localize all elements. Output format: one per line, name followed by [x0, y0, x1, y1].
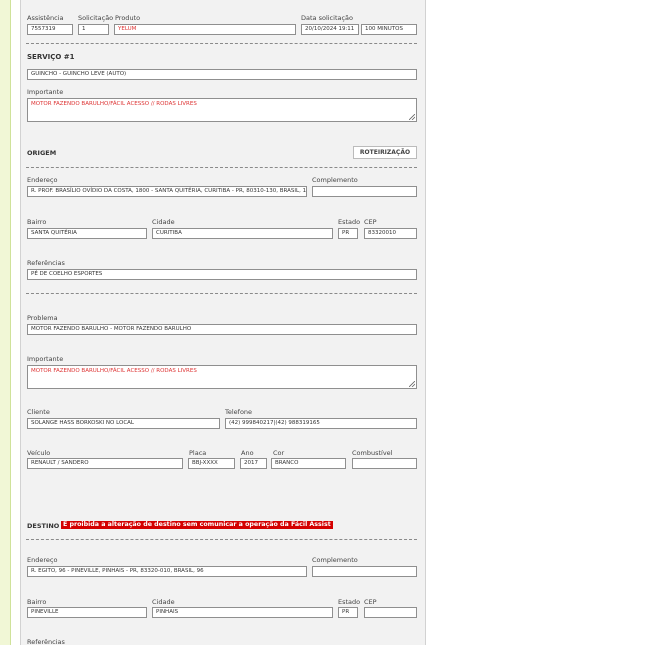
destino-bairro-field[interactable]: PINEVILLE: [27, 607, 147, 618]
cliente-label: Cliente: [27, 408, 50, 416]
ano-field[interactable]: 2017: [240, 458, 267, 469]
telefone-label: Telefone: [225, 408, 253, 416]
combustivel-field[interactable]: [352, 458, 417, 469]
origem-cep-label: CEP: [364, 218, 377, 226]
divider: [26, 539, 417, 540]
produto-label: Produto: [115, 14, 141, 22]
servico-importante-textarea[interactable]: MOTOR FAZENDO BARULHO/FÁCIL ACESSO // RO…: [27, 98, 417, 122]
origem-bairro-label: Bairro: [27, 218, 47, 226]
origem-referencias-label: Referências: [27, 259, 65, 267]
cliente-field[interactable]: SOLANGE HASS BORKOSKI NO LOCAL: [27, 418, 220, 429]
combustivel-label: Combustível: [352, 449, 393, 457]
placa-field[interactable]: BBJ-XXXX: [188, 458, 235, 469]
origem-cep-field[interactable]: 83320010: [364, 228, 417, 239]
data-solicitacao-field[interactable]: 20/10/2024 19:11: [301, 24, 359, 35]
solicitacao-label: Solicitação: [78, 14, 114, 22]
destino-warning-banner: É proibida a alteração de destino sem co…: [61, 521, 333, 529]
divider: [26, 167, 417, 168]
origem-bairro-field[interactable]: SANTA QUITÉRIA: [27, 228, 147, 239]
telefone-field[interactable]: (42) 999840217|(42) 988319165: [225, 418, 417, 429]
cor-label: Cor: [273, 449, 285, 457]
destino-complemento-label: Complemento: [312, 556, 358, 564]
origem-title: ORIGEM: [27, 149, 57, 157]
destino-cidade-field[interactable]: PINHAIS: [152, 607, 333, 618]
servico-importante-label: Importante: [27, 88, 64, 96]
origem-estado-label: Estado: [338, 218, 361, 226]
produto-field[interactable]: YELUM: [114, 24, 296, 35]
origem-cidade-field[interactable]: CURITIBA: [152, 228, 333, 239]
origem-complemento-field[interactable]: [312, 186, 417, 197]
roteirizacao-button[interactable]: ROTEIRIZAÇÃO: [353, 146, 417, 159]
origem-cidade-label: Cidade: [152, 218, 175, 226]
left-sidebar-strip: [0, 0, 11, 645]
veiculo-field[interactable]: RENAULT / SANDERO: [27, 458, 183, 469]
servico-importante-text: MOTOR FAZENDO BARULHO/FÁCIL ACESSO // RO…: [31, 101, 197, 107]
origem-estado-field[interactable]: PR: [338, 228, 358, 239]
placa-label: Placa: [189, 449, 207, 457]
servico-tipo-field[interactable]: GUINCHO - GUINCHO LEVE (AUTO): [27, 69, 417, 80]
detalhes-importante-text: MOTOR FAZENDO BARULHO/FÁCIL ACESSO // RO…: [31, 368, 197, 374]
detalhes-importante-textarea[interactable]: MOTOR FAZENDO BARULHO/FÁCIL ACESSO // RO…: [27, 365, 417, 389]
destino-cidade-label: Cidade: [152, 598, 175, 606]
veiculo-label: Veículo: [27, 449, 51, 457]
assistencia-field[interactable]: 7557319: [27, 24, 73, 35]
data-solicitacao-label: Data solicitação: [301, 14, 354, 22]
ano-label: Ano: [241, 449, 254, 457]
resize-grip-icon[interactable]: [409, 114, 415, 120]
origem-endereco-label: Endereço: [27, 176, 58, 184]
origem-referencias-field[interactable]: PÉ DE COELHO ESPORTES: [27, 269, 417, 280]
divider: [26, 43, 417, 44]
origem-complemento-label: Complemento: [312, 176, 358, 184]
tempo-field[interactable]: 100 MINUTOS: [361, 24, 417, 35]
destino-estado-field[interactable]: PR: [338, 607, 358, 618]
origem-endereco-field[interactable]: R. PROF. BRASÍLIO OVÍDIO DA COSTA, 1800 …: [27, 186, 307, 197]
problema-field[interactable]: MOTOR FAZENDO BARULHO - MOTOR FAZENDO BA…: [27, 324, 417, 335]
destino-bairro-label: Bairro: [27, 598, 47, 606]
problema-label: Problema: [27, 314, 58, 322]
destino-endereco-field[interactable]: R. EGITO, 96 - PINEVILLE, PINHAIS - PR, …: [27, 566, 307, 577]
servico-title: SERVIÇO #1: [27, 53, 75, 61]
destino-title: DESTINO: [27, 522, 60, 530]
destino-complemento-field[interactable]: [312, 566, 417, 577]
detalhes-importante-label: Importante: [27, 355, 64, 363]
resize-grip-icon[interactable]: [409, 381, 415, 387]
form-panel: [20, 0, 426, 645]
destino-cep-label: CEP: [364, 598, 377, 606]
divider: [26, 293, 417, 294]
destino-endereco-label: Endereço: [27, 556, 58, 564]
assistencia-label: Assistência: [27, 14, 64, 22]
cor-field[interactable]: BRANCO: [271, 458, 346, 469]
solicitacao-field[interactable]: 1: [78, 24, 109, 35]
destino-cep-field[interactable]: [364, 607, 417, 618]
destino-estado-label: Estado: [338, 598, 361, 606]
